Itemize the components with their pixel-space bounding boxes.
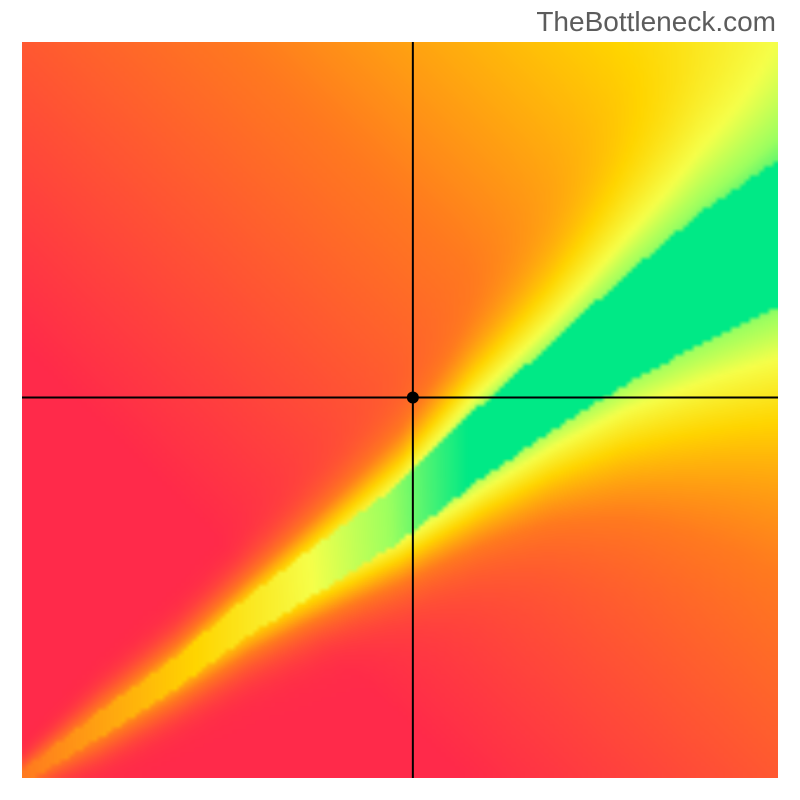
watermark-text: TheBottleneck.com (536, 6, 776, 38)
chart-container: { "watermark": "TheBottleneck.com", "can… (0, 0, 800, 800)
bottleneck-heatmap (22, 42, 778, 778)
